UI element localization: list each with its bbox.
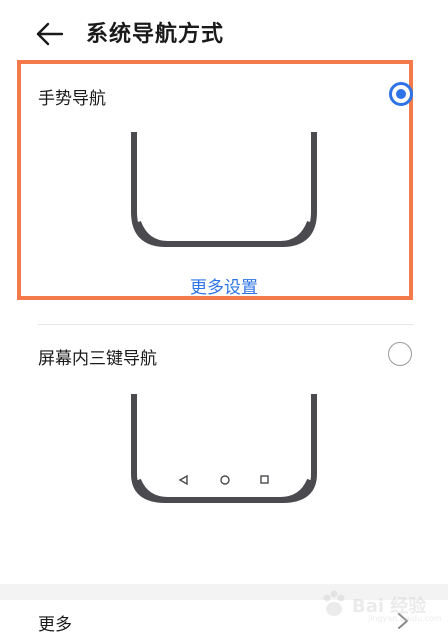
arrow-left-icon[interactable] <box>34 18 66 50</box>
gesture-nav-phone-illustration[interactable] <box>128 132 320 250</box>
back-triangle-icon <box>178 474 188 486</box>
radio-gesture-nav[interactable] <box>389 82 413 106</box>
more-settings-link[interactable]: 更多设置 <box>0 273 448 298</box>
recent-square-icon <box>260 475 269 484</box>
home-circle-icon <box>220 475 230 485</box>
option-gesture-nav-label: 手势导航 <box>38 89 106 109</box>
watermark-url: jingyan.baidu.com <box>368 614 442 623</box>
paw-logo-icon <box>323 590 345 616</box>
more-label: 更多 <box>38 615 72 635</box>
option-three-key-nav-label: 屏幕内三键导航 <box>38 349 157 369</box>
page-title: 系统导航方式 <box>86 22 225 47</box>
three-key-nav-phone-illustration[interactable] <box>128 394 320 512</box>
radio-three-key-nav[interactable] <box>388 342 412 366</box>
baidu-watermark: Bai 经验 jingyan.baidu.com <box>318 586 442 626</box>
app-header: 系统导航方式 <box>0 0 448 62</box>
divider <box>38 324 414 325</box>
